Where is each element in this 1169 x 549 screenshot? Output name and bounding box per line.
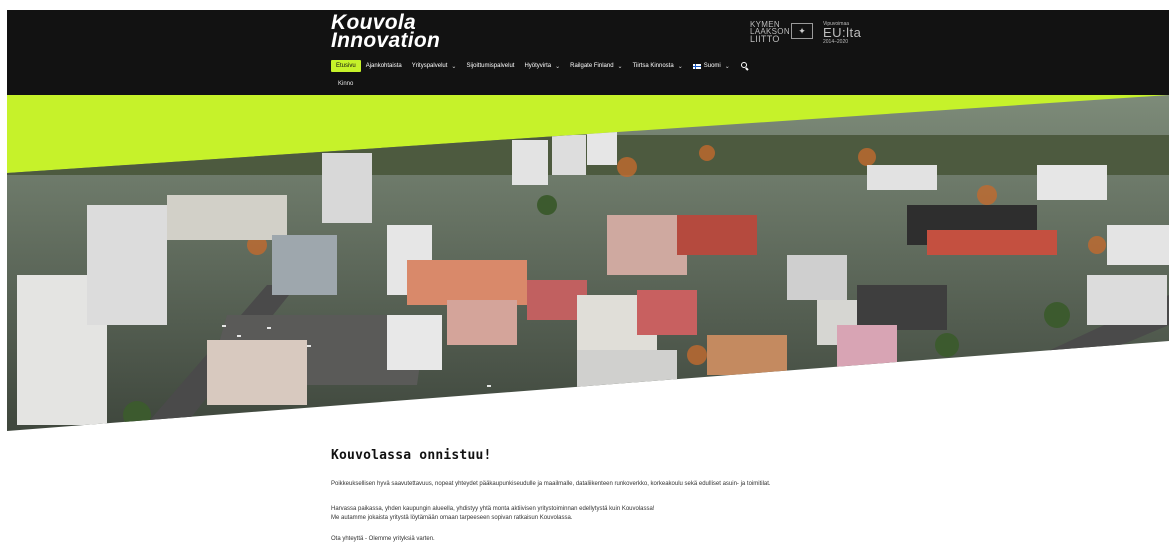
nav-item-tiirtsa-kinnosta[interactable]: Tiirtsa Kinnosta ⌄ — [628, 63, 688, 70]
nav-item-etusivu[interactable]: Etusivu — [331, 60, 361, 72]
nav-item-ajankohtaista[interactable]: Ajankohtaista — [361, 63, 407, 69]
page-title: Kouvolassa onnistuu! — [331, 448, 492, 463]
intro-paragraph: Poikkeuksellisen hyvä saavutettavuus, no… — [331, 481, 771, 487]
intro-section: Kouvolassa onnistuu! Poikkeuksellisen hy… — [331, 448, 891, 544]
intro-paragraph: Harvassa paikassa, yhden kaupungin aluee… — [331, 506, 655, 512]
main-navigation: Etusivu Ajankohtaista Yrityspalvelut ⌄ S… — [331, 60, 749, 72]
intro-paragraph: Me autamme jokaista yritystä löytämään o… — [331, 515, 573, 521]
logo-line-2: Innovation — [331, 29, 441, 52]
finnish-flag-icon — [692, 63, 701, 69]
eu-funding-logo[interactable]: Vipuvoimaa EU:lta 2014–2020 — [823, 21, 873, 45]
nav-item-railgate-finland[interactable]: Railgate Finland ⌄ — [565, 63, 627, 70]
site-logo[interactable]: Kouvola Innovation — [331, 12, 441, 52]
chevron-down-icon: ⌄ — [677, 63, 683, 70]
kymenlaakson-liitto-logo[interactable]: KYMEN LAAKSON LIITTO — [750, 21, 790, 44]
chevron-down-icon: ⌄ — [555, 63, 561, 70]
contact-call-to-action: Ota yhteyttä - Olemme yrityksiä varten. — [331, 536, 435, 542]
nav-item-kinno[interactable]: Kinno — [338, 81, 353, 87]
chevron-down-icon: ⌄ — [724, 63, 730, 70]
nav-item-hyotyvirta[interactable]: Hyötyvirta ⌄ — [519, 63, 565, 70]
chevron-down-icon: ⌄ — [451, 63, 457, 70]
nav-item-sijoittumispalvelut[interactable]: Sijoittumispalvelut — [461, 63, 519, 69]
site-header: Kouvola Innovation KYMEN LAAKSON LIITTO … — [7, 10, 1169, 95]
language-selector[interactable]: Suomi ⌄ — [688, 63, 735, 70]
eu-flag-icon: ✦ — [791, 23, 813, 39]
chevron-down-icon: ⌄ — [617, 63, 623, 70]
hero-city-aerial-image — [7, 95, 1169, 431]
search-icon[interactable] — [740, 62, 749, 70]
nav-item-yrityspalvelut[interactable]: Yrityspalvelut ⌄ — [407, 63, 462, 70]
hero-banner — [7, 95, 1169, 435]
